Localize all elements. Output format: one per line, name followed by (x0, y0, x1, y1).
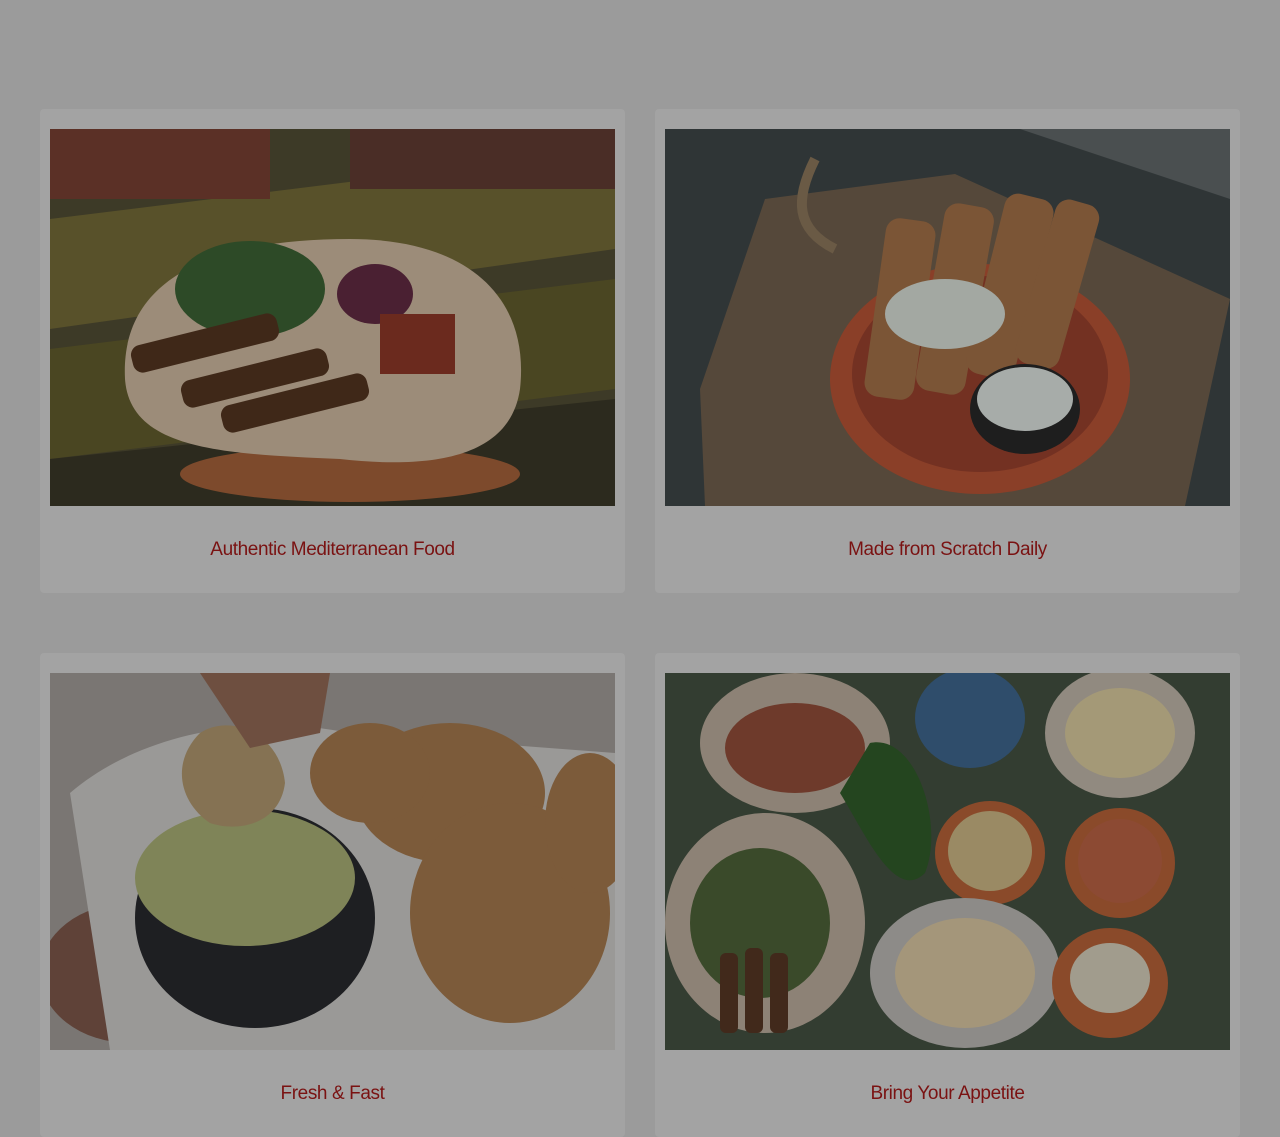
card-caption: Authentic Mediterranean Food (210, 539, 455, 560)
features-grid: Authentic Mediterranean Food Made from S… (40, 109, 1240, 1137)
wrap-with-skewers-photo (50, 129, 615, 506)
rolled-pastries-bowl-photo (665, 129, 1230, 506)
card-caption: Made from Scratch Daily (848, 539, 1047, 560)
card-caption: Bring Your Appetite (870, 1083, 1025, 1104)
feast-table-photo (665, 673, 1230, 1050)
feature-card: Made from Scratch Daily (655, 109, 1240, 593)
feature-card: Bring Your Appetite (655, 653, 1240, 1137)
dip-and-fritters-photo (50, 673, 615, 1050)
feature-card: Fresh & Fast (40, 653, 625, 1137)
card-caption: Fresh & Fast (280, 1083, 385, 1104)
feature-card: Authentic Mediterranean Food (40, 109, 625, 593)
